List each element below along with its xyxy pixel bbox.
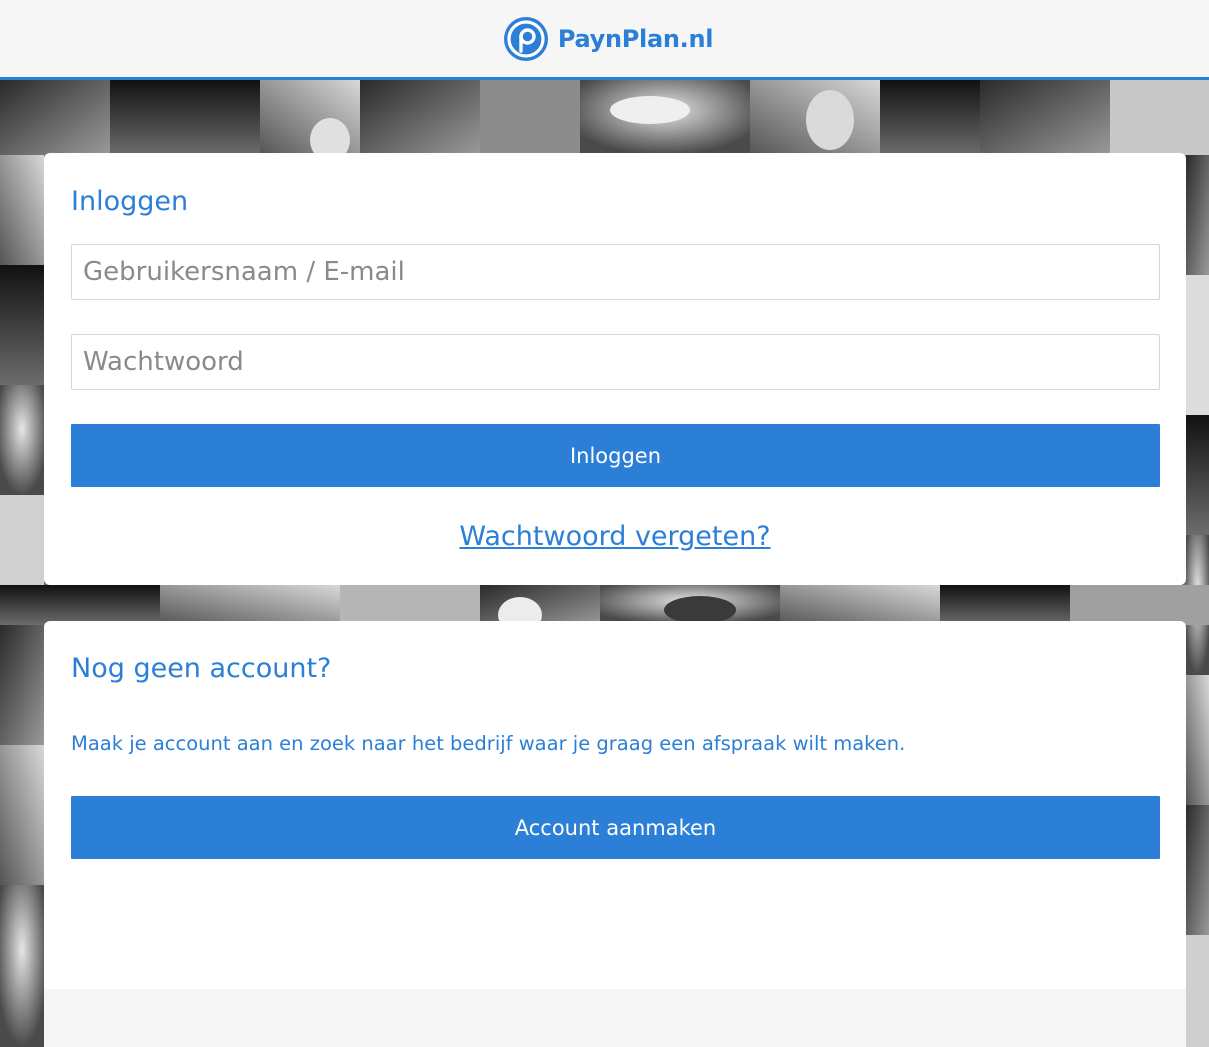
brand-name: PaynPlan.nl	[557, 24, 714, 53]
paynplan-logo-icon	[503, 16, 548, 61]
forgot-password-row: Wachtwoord vergeten?	[44, 521, 1186, 552]
top-header: PaynPlan.nl	[0, 0, 1209, 80]
card-footer-strip	[44, 989, 1186, 1047]
username-input[interactable]	[71, 244, 1160, 300]
login-card: Inloggen Inloggen Wachtwoord vergeten?	[44, 153, 1186, 585]
login-title: Inloggen	[71, 186, 189, 217]
register-card: Nog geen account? Maak je account aan en…	[44, 621, 1186, 1047]
brand-logo[interactable]: PaynPlan.nl	[503, 16, 714, 61]
create-account-button[interactable]: Account aanmaken	[71, 796, 1160, 859]
password-input[interactable]	[71, 334, 1160, 390]
login-button[interactable]: Inloggen	[71, 424, 1160, 487]
register-title: Nog geen account?	[71, 653, 332, 684]
register-description: Maak je account aan en zoek naar het bed…	[71, 732, 906, 755]
forgot-password-link[interactable]: Wachtwoord vergeten?	[459, 521, 770, 552]
